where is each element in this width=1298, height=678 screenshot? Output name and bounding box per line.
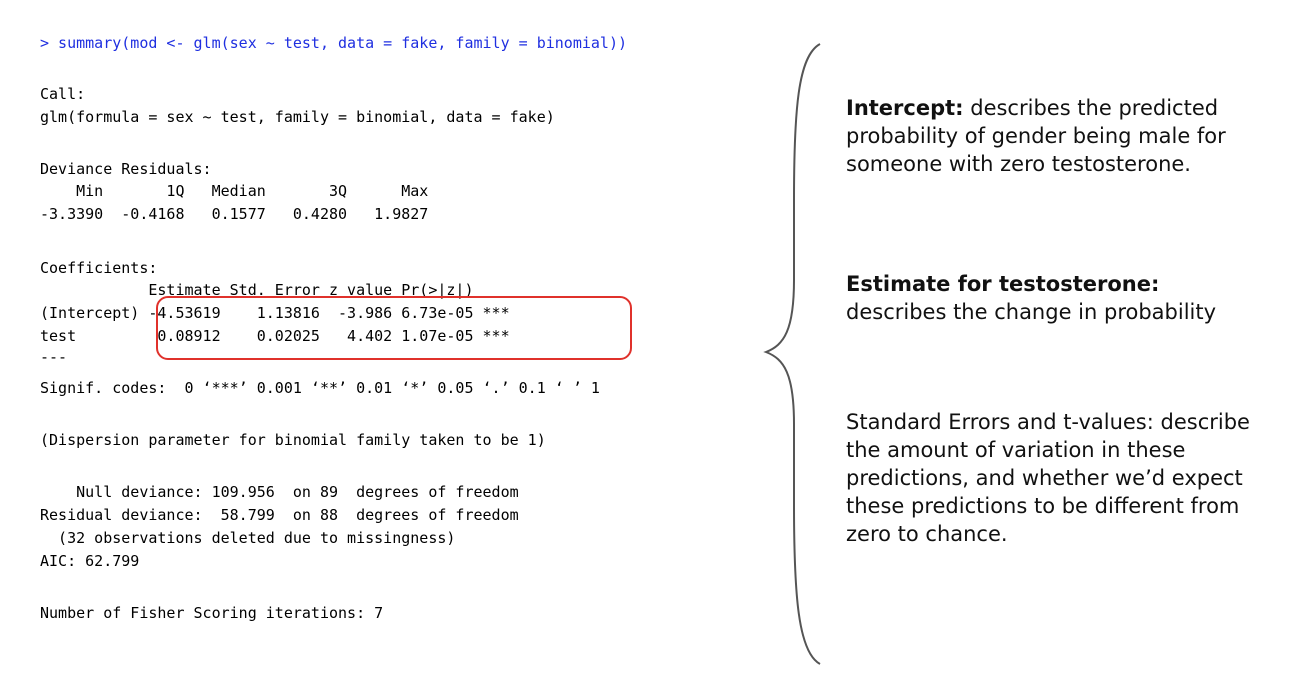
deviance-residuals-values: -3.3390 -0.4168 0.1577 0.4280 1.9827 [40,205,447,223]
intercept-note-title: Intercept: [846,96,964,120]
r-console-output: > summary(mod <- glm(sex ~ test, data = … [40,34,770,644]
coefficients-highlight-box [156,296,632,360]
aic-line: AIC: 62.799 [40,552,140,570]
intercept-note: Intercept: describes the predicted proba… [846,94,1286,178]
estimate-note-text: describes the change in probability [846,300,1217,324]
estimate-note-title: Estimate for testosterone: [846,272,1160,296]
separator-line: --- [40,348,68,366]
null-deviance-line: Null deviance: 109.956 on 89 degrees of … [40,483,519,501]
call-header: Call: [40,85,86,103]
curly-brace [763,43,821,665]
residual-deviance-line: Residual deviance: 58.799 on 88 degrees … [40,506,519,524]
fisher-scoring-line: Number of Fisher Scoring iterations: 7 [40,604,384,622]
dispersion-line: (Dispersion parameter for binomial famil… [40,431,546,449]
standard-errors-note: Standard Errors and t-values: describe t… [846,408,1286,548]
signif-codes-line: Signif. codes: 0 ‘***’ 0.001 ‘**’ 0.01 ‘… [40,379,600,397]
r-command-line: > summary(mod <- glm(sex ~ test, data = … [40,34,627,52]
call-formula: glm(formula = sex ~ test, family = binom… [40,108,555,126]
deviance-residuals-labels: Min 1Q Median 3Q Max [40,182,447,200]
standard-errors-note-text: Standard Errors and t-values: describe t… [846,410,1250,546]
deviance-residuals-header: Deviance Residuals: [40,160,212,178]
estimate-note: Estimate for testosterone: describes the… [846,270,1286,326]
missingness-line: (32 observations deleted due to missingn… [40,529,456,547]
coefficients-header: Coefficients: [40,259,158,277]
